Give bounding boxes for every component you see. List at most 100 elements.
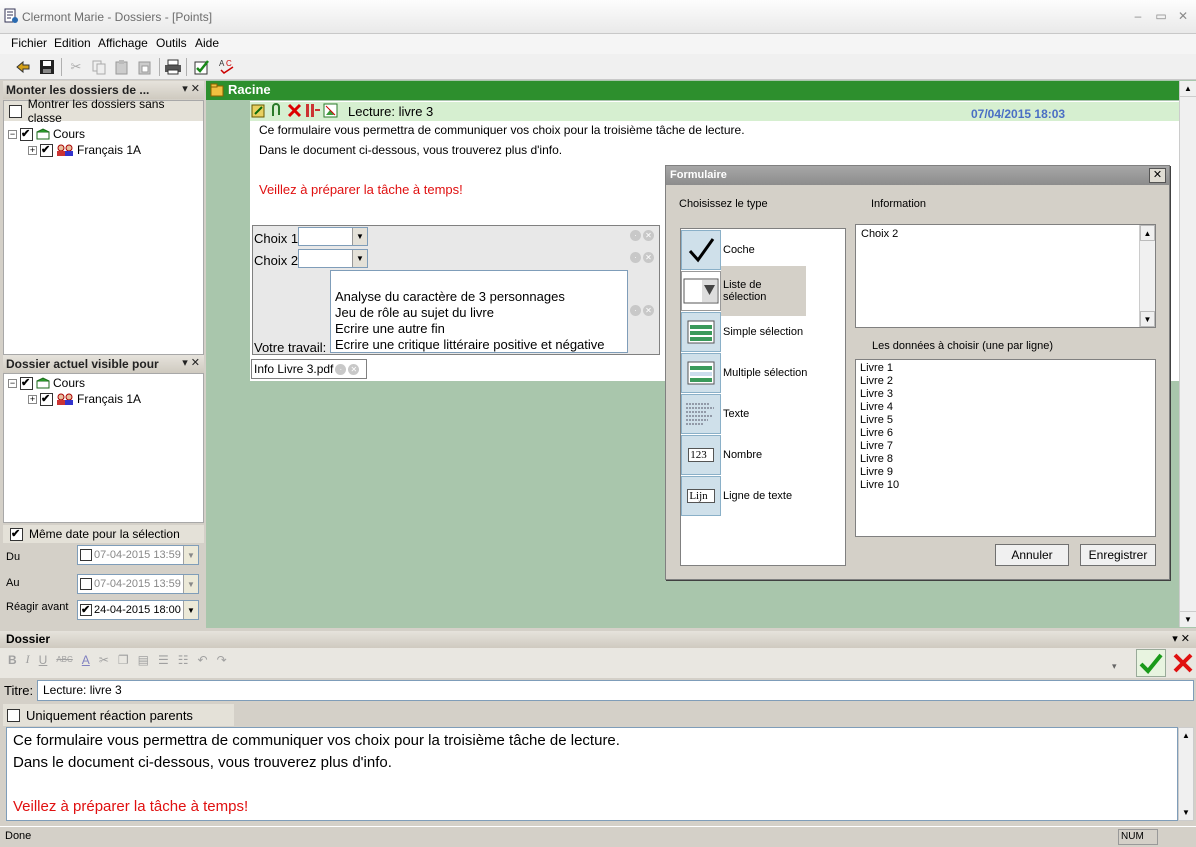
menu-aide[interactable]: Aide [195,36,219,50]
move-icon[interactable]: · [630,305,641,316]
spellcheck-icon[interactable]: AC [217,57,237,77]
paste-icon[interactable] [112,57,132,77]
enregistrer-button[interactable]: Enregistrer [1080,544,1156,566]
du-date-input[interactable]: 07-04-2015 13:59 ▼ [77,545,199,565]
reagir-checkbox[interactable] [80,603,92,616]
tree-checkbox[interactable] [20,376,33,390]
show-unclassified-checkbox[interactable] [9,104,22,118]
maximize-button[interactable]: ▭ [1153,8,1169,24]
tree-item-cours[interactable]: − Cours [8,375,203,391]
panel-controls[interactable]: ▾ ✕ [1172,632,1190,645]
expand-icon[interactable]: + [28,394,37,404]
discard-button[interactable] [1170,649,1196,677]
list-item[interactable]: Analyse du caractère de 3 personnages [335,289,627,305]
scroll-down-icon[interactable]: ▼ [1179,805,1193,820]
move-icon[interactable]: · [335,363,347,375]
strikethrough-icon[interactable]: ABC [56,655,72,664]
same-date-checkbox[interactable] [10,527,23,541]
cut-icon[interactable]: ✂ [66,57,86,77]
type-item-multiple[interactable]: Multiple sélection [681,352,845,393]
chevron-down-icon[interactable]: ▼ [352,250,367,267]
menu-outils[interactable]: Outils [156,36,187,50]
collapse-icon[interactable]: − [8,378,17,388]
confirm-button[interactable] [1136,649,1166,677]
choix2-select[interactable]: ▼ [298,249,368,268]
font-color-icon[interactable]: A [82,653,90,667]
tree-checkbox[interactable] [20,127,33,141]
reagir-date-input[interactable]: 24-04-2015 18:00 ▼ [77,600,199,620]
validate-icon[interactable] [192,57,212,77]
menu-fichier[interactable]: Fichier [11,36,47,50]
italic-icon[interactable]: I [26,652,30,667]
image-icon[interactable] [323,103,338,118]
au-date-input[interactable]: 07-04-2015 13:59 ▼ [77,574,199,594]
paste-special-icon[interactable] [135,57,155,77]
chevron-down-icon[interactable]: ▼ [183,575,198,593]
cut-icon[interactable]: ✂ [99,653,109,667]
list-item[interactable]: Ecrire une critique littéraire positive … [335,337,627,353]
save-icon[interactable] [37,57,57,77]
tree-item-cours[interactable]: − Cours [8,126,203,142]
underline-icon[interactable]: U [39,653,48,667]
du-checkbox[interactable] [80,549,92,561]
panel-controls[interactable]: ▾ ✕ [182,356,200,369]
annuler-button[interactable]: Annuler [995,544,1069,566]
type-item-simple[interactable]: Simple sélection [681,311,845,352]
type-item-ligne[interactable]: Lijn Ligne de texte [681,475,845,516]
list-item[interactable]: Jeu de rôle au sujet du livre [335,305,627,321]
data-textarea[interactable]: Livre 1 Livre 2 Livre 3 Livre 4 Livre 5 … [855,359,1156,537]
minimize-button[interactable]: – [1130,8,1146,24]
tree-item-francais[interactable]: + Français 1A [8,142,203,158]
bold-icon[interactable]: B [8,653,17,667]
remove-icon[interactable]: ✕ [643,230,654,241]
close-window-button[interactable]: ✕ [1175,8,1191,24]
type-item-coche[interactable]: Coche [681,229,845,270]
scroll-up-icon[interactable]: ▲ [1140,225,1155,241]
expand-icon[interactable]: + [28,145,37,155]
delete-icon[interactable] [287,103,302,118]
main-scrollbar[interactable]: ▲ ▼ [1179,81,1196,627]
copy-icon[interactable] [89,57,109,77]
tree-item-francais[interactable]: + Français 1A [8,391,203,407]
scroll-up-icon[interactable]: ▲ [1179,728,1193,743]
type-item-nombre[interactable]: 123 Nombre [681,434,845,475]
scroll-down-icon[interactable]: ▼ [1140,311,1155,327]
dialog-close-button[interactable]: ✕ [1149,168,1166,183]
attachment-link[interactable]: Info Livre 3.pdf [254,362,333,376]
remove-icon[interactable]: ✕ [643,252,654,263]
remove-icon[interactable]: ✕ [348,363,360,375]
titre-input[interactable]: Lecture: livre 3 [37,680,1194,701]
bullet-list-icon[interactable]: ☰ [158,653,169,667]
dialog-title-bar[interactable]: Formulaire [666,166,1169,185]
scroll-down-icon[interactable]: ▼ [1180,611,1196,627]
edit-icon[interactable] [251,103,266,118]
chevron-down-icon[interactable]: ▼ [183,546,198,564]
scroll-up-icon[interactable]: ▲ [1180,81,1196,97]
info-textarea[interactable]: Choix 2 ▲ ▼ [855,224,1156,328]
form-icon[interactable] [305,103,320,118]
menu-edition[interactable]: Edition [54,36,91,50]
menu-affichage[interactable]: Affichage [98,36,148,50]
chevron-down-icon[interactable]: ▼ [183,601,198,619]
dossier-body-editor[interactable]: Ce formulaire vous permettra de communiq… [6,727,1178,821]
undo-icon[interactable]: ↶ [198,653,208,667]
panel-controls[interactable]: ▾ ✕ [182,82,200,95]
numbered-list-icon[interactable]: ☷ [178,653,189,667]
type-item-texte[interactable]: Texte [681,393,845,434]
racine-bar[interactable]: Racine [206,81,1179,100]
copy-icon[interactable]: ❐ [118,653,129,667]
overflow-icon[interactable]: ▾ [1112,661,1117,672]
parents-only-checkbox[interactable] [7,708,20,722]
list-item[interactable]: Ecrire une autre fin [335,321,627,337]
attachment-item[interactable]: Info Livre 3.pdf · ✕ [251,359,367,379]
redo-icon[interactable]: ↷ [217,653,227,667]
type-item-liste[interactable]: Liste de sélection [681,265,845,316]
choix1-select[interactable]: ▼ [298,227,368,246]
remove-icon[interactable]: ✕ [643,305,654,316]
travail-listbox[interactable]: Analyse du caractère de 3 personnages Je… [330,270,628,353]
move-icon[interactable]: · [630,230,641,241]
collapse-icon[interactable]: − [8,129,17,139]
chevron-down-icon[interactable]: ▼ [352,228,367,245]
paste-icon[interactable]: ▤ [138,653,149,667]
attach-icon[interactable] [269,103,284,118]
